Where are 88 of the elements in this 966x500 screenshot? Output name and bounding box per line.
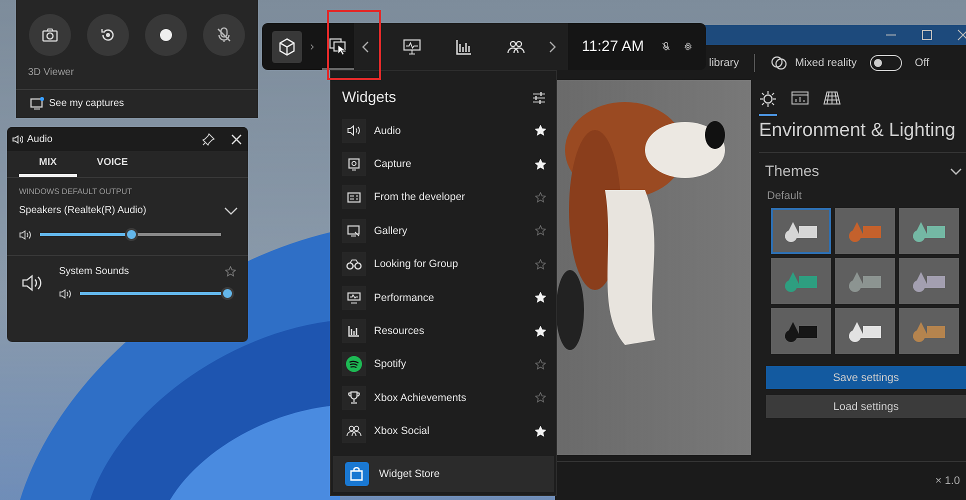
widget-menu-item[interactable]: Spotify	[331, 348, 556, 382]
widget-title: Audio	[27, 134, 54, 144]
theme-group-label: Default	[766, 189, 803, 204]
menu-title: Widgets	[342, 89, 396, 106]
favorite-star-icon[interactable]	[535, 225, 546, 236]
theme-thumbnail[interactable]	[835, 208, 895, 254]
mixed-reality-toggle[interactable]	[870, 54, 902, 70]
pin-icon[interactable]	[202, 132, 215, 146]
record-button[interactable]	[145, 14, 187, 56]
slider-thumb[interactable]	[221, 287, 234, 300]
audio-tab[interactable]: VOICE	[76, 151, 148, 177]
maximize-icon[interactable]	[920, 28, 934, 42]
widget-menu-item[interactable]: Xbox Social	[331, 414, 556, 448]
toggle-state-label: Off	[914, 56, 930, 68]
favorite-star-icon[interactable]	[535, 392, 546, 404]
section-label: WINDOWS DEFAULT OUTPUT	[18, 186, 134, 196]
theme-thumbnail[interactable]	[899, 308, 959, 354]
replay-icon	[100, 27, 116, 43]
camera-icon	[42, 28, 58, 42]
see-captures-link[interactable]: See my captures	[49, 98, 124, 109]
microphone-icon	[216, 27, 232, 43]
app-name: System Sounds	[59, 266, 130, 277]
bar-chart-icon	[342, 319, 366, 344]
binoculars-icon	[342, 252, 366, 276]
volume-slider[interactable]	[80, 292, 221, 295]
widget-menu-item[interactable]: From the developer	[331, 180, 556, 214]
favorite-star-icon[interactable]	[535, 192, 546, 203]
widget-store-item[interactable]: Widget Store	[333, 456, 554, 492]
favorite-star-icon[interactable]	[535, 258, 546, 270]
mic-off-button[interactable]	[203, 14, 245, 56]
library-button[interactable]: library	[709, 56, 739, 68]
chevron-down-icon	[224, 206, 238, 214]
app-name: 3D Viewer	[16, 56, 258, 90]
widget-pointer-icon	[328, 36, 348, 56]
theme-thumbnail[interactable]	[835, 258, 895, 304]
speaker-icon	[59, 288, 72, 298]
highlight-frame	[327, 10, 381, 80]
screenshot-button[interactable]	[29, 14, 71, 56]
widget-menu-item[interactable]: Performance	[331, 280, 556, 314]
cube-button[interactable]	[272, 30, 302, 62]
gallery-icon	[30, 97, 44, 110]
theme-thumbnail[interactable]	[771, 208, 831, 254]
speaker-icon	[342, 118, 366, 143]
lighting-tab[interactable]	[759, 88, 777, 116]
theme-thumbnail[interactable]	[771, 258, 831, 304]
trophy-icon	[342, 386, 366, 410]
widget-menu-item[interactable]: Capture	[331, 147, 556, 181]
people-icon	[342, 419, 366, 444]
store-icon	[345, 462, 369, 486]
themes-section-header[interactable]: Themes	[765, 163, 820, 180]
theme-thumbnail[interactable]	[835, 308, 895, 354]
record-dot-icon	[160, 29, 172, 41]
load-settings-button[interactable]: Load settings	[766, 395, 966, 418]
camera-icon	[342, 152, 366, 176]
theme-thumbnail[interactable]	[899, 208, 959, 254]
speaker-icon	[21, 273, 43, 293]
widget-menu-item[interactable]: Gallery	[331, 214, 556, 248]
clock-time: 11:27 AM	[582, 38, 644, 55]
gallery-icon	[342, 218, 366, 243]
message-icon	[342, 185, 366, 210]
mixed-reality-label: Mixed reality	[794, 56, 857, 68]
chevron-left-icon[interactable]	[362, 40, 370, 52]
zoom-level: × 1.0	[935, 475, 960, 487]
cube-icon	[278, 38, 296, 56]
widget-menu-item[interactable]: Resources	[331, 314, 556, 348]
monitor-icon	[342, 286, 366, 310]
volume-slider[interactable]	[40, 233, 221, 236]
sliders-icon[interactable]	[532, 92, 546, 104]
spotify-logo-icon	[342, 352, 366, 376]
close-icon[interactable]	[231, 134, 242, 144]
output-device-dropdown[interactable]: Speakers (Realtek(R) Audio)	[7, 196, 248, 216]
theme-thumbnail[interactable]	[899, 258, 959, 304]
speaker-icon	[12, 134, 23, 144]
record-last-button[interactable]	[87, 14, 129, 56]
theme-thumbnail[interactable]	[771, 308, 831, 354]
widget-menu-item[interactable]: Audio	[331, 114, 556, 148]
slider-thumb[interactable]	[125, 228, 138, 241]
mixed-reality-icon	[770, 54, 788, 70]
widget-menu-item[interactable]: Looking for Group	[331, 248, 556, 281]
panel-title: Environment & Lighting	[759, 114, 966, 153]
save-settings-button[interactable]: Save settings	[766, 366, 966, 389]
favorite-star-icon[interactable]	[535, 358, 546, 370]
chevron-right-icon[interactable]	[548, 40, 556, 52]
favorite-star-icon[interactable]	[225, 266, 236, 277]
widget-menu-item[interactable]: Xbox Achievements	[331, 381, 556, 415]
chevron-icon[interactable]	[950, 168, 962, 176]
audio-tab[interactable]: MIX	[19, 151, 77, 177]
speaker-icon	[19, 230, 32, 240]
